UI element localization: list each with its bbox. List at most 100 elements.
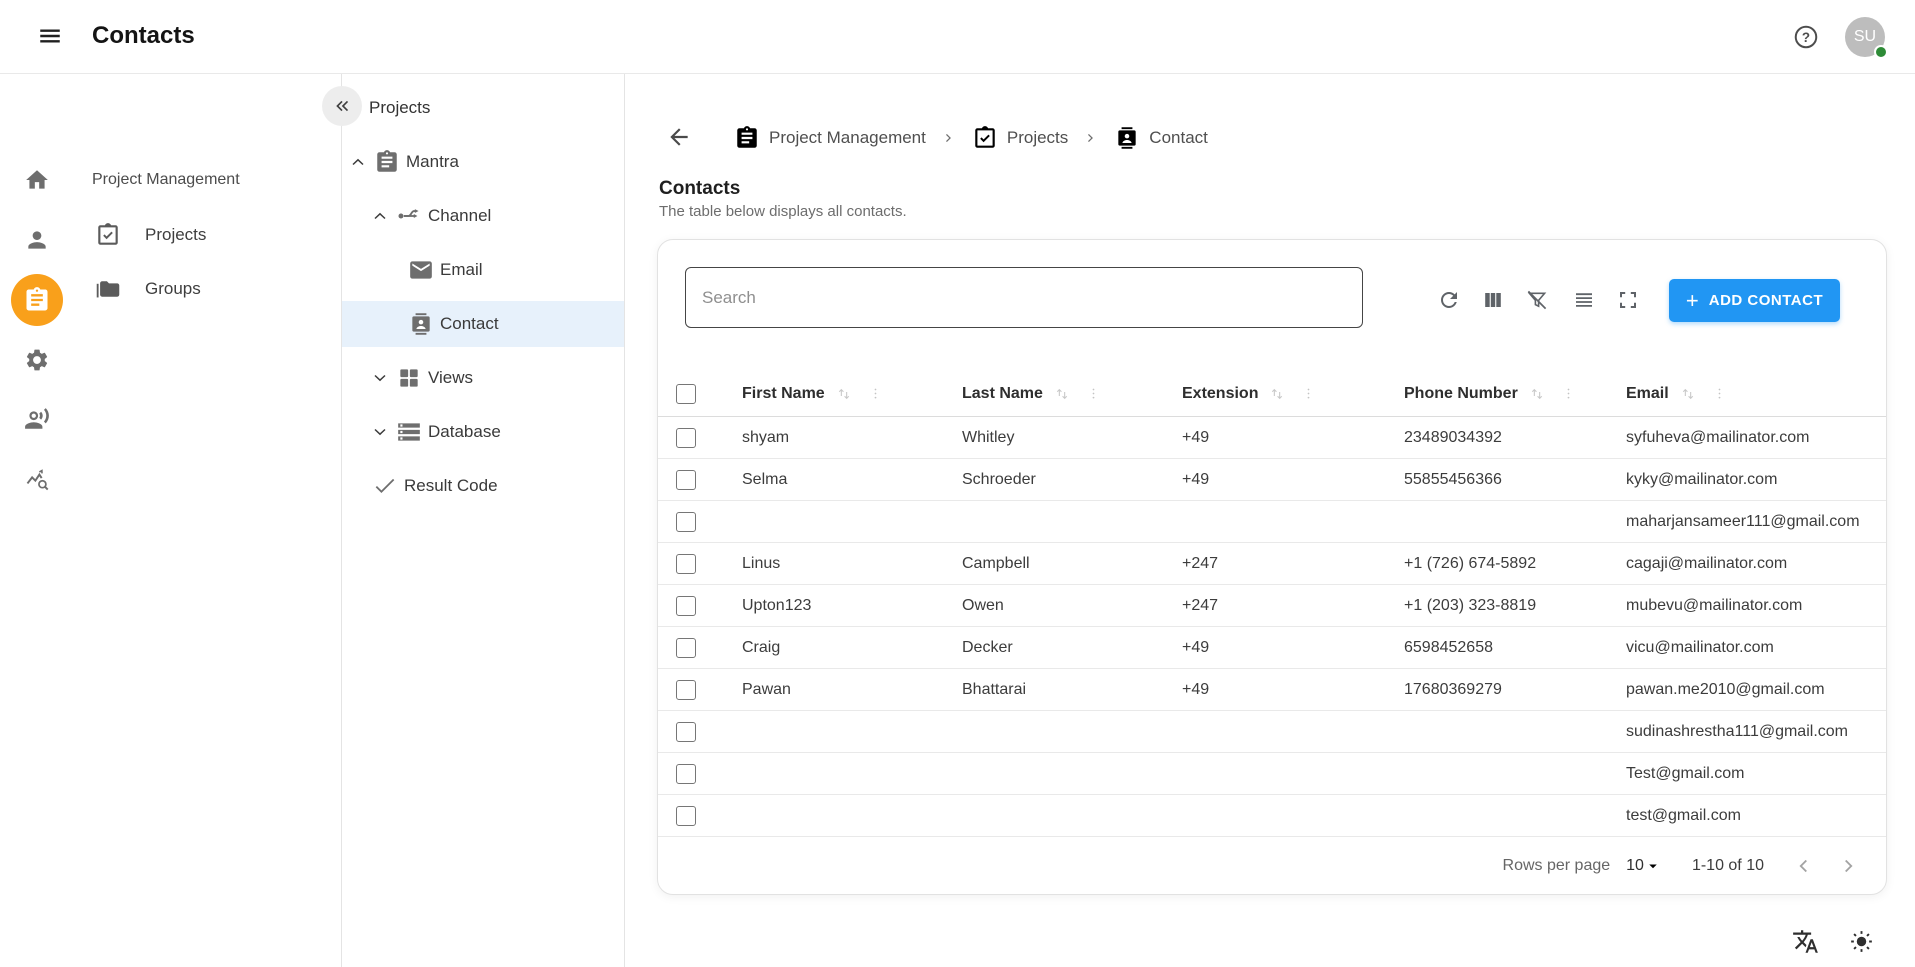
contact-card-icon bbox=[1114, 125, 1140, 151]
tree-item-database[interactable]: Database bbox=[342, 409, 624, 455]
page-next-icon bbox=[1837, 855, 1859, 877]
tree-item-label: Email bbox=[440, 260, 483, 280]
sort-icon[interactable] bbox=[836, 386, 852, 402]
tree-item-email[interactable]: Email bbox=[342, 247, 624, 293]
table-cell: sudinashrestha111@gmail.com bbox=[1608, 723, 1886, 741]
table-body: shyamWhitley+4923489034392syfuheva@maili… bbox=[658, 417, 1886, 837]
table-cell: Selma bbox=[724, 471, 944, 489]
sidebar-title: Project Management bbox=[92, 171, 240, 189]
brightness-button[interactable] bbox=[1841, 921, 1881, 961]
table-cell: shyam bbox=[724, 429, 944, 447]
sort-icon[interactable] bbox=[1054, 386, 1070, 402]
select-all-checkbox[interactable] bbox=[676, 384, 696, 404]
kebab-icon[interactable] bbox=[868, 386, 883, 401]
menu-button[interactable] bbox=[30, 17, 70, 57]
tree-item-result-code[interactable]: Result Code bbox=[342, 463, 624, 509]
row-checkbox[interactable] bbox=[676, 470, 696, 490]
row-checkbox[interactable] bbox=[676, 596, 696, 616]
density-icon bbox=[1572, 288, 1596, 312]
translate-button[interactable] bbox=[1785, 921, 1825, 961]
breadcrumb-item-contact[interactable]: Contact bbox=[1114, 125, 1208, 151]
caret-down-icon bbox=[1644, 857, 1662, 875]
chevron-down-icon[interactable] bbox=[368, 420, 392, 444]
chevron-down-icon[interactable] bbox=[368, 366, 392, 390]
kebab-icon[interactable] bbox=[1561, 386, 1576, 401]
row-checkbox[interactable] bbox=[676, 428, 696, 448]
sidebar-item-groups[interactable]: Groups bbox=[73, 265, 341, 313]
collapse-panel-button[interactable] bbox=[322, 86, 362, 126]
row-checkbox[interactable] bbox=[676, 764, 696, 784]
table-cell: Schroeder bbox=[944, 471, 1164, 489]
chevron-up-icon[interactable] bbox=[368, 204, 392, 228]
column-label: Phone Number bbox=[1404, 385, 1518, 403]
tree-item-views[interactable]: Views bbox=[342, 355, 624, 401]
tree-item-label: Channel bbox=[428, 206, 491, 226]
crumb-chevron-icon bbox=[940, 129, 958, 147]
clipboard-icon bbox=[374, 149, 400, 175]
folders-icon bbox=[95, 276, 121, 302]
sort-icon[interactable] bbox=[1529, 386, 1545, 402]
next-page-button[interactable] bbox=[1834, 852, 1862, 880]
add-contact-button[interactable]: + ADD CONTACT bbox=[1669, 279, 1840, 322]
translate-icon bbox=[1792, 928, 1819, 955]
row-checkbox[interactable] bbox=[676, 512, 696, 532]
table-cell: +1 (203) 323-8819 bbox=[1386, 597, 1608, 615]
view-columns-icon bbox=[1481, 288, 1505, 312]
row-checkbox[interactable] bbox=[676, 722, 696, 742]
sort-icon[interactable] bbox=[1269, 386, 1285, 402]
rail-button-clipboard[interactable] bbox=[11, 274, 63, 326]
table-cell: syfuheva@mailinator.com bbox=[1608, 429, 1886, 447]
table-cell: vicu@mailinator.com bbox=[1608, 639, 1886, 657]
avatar[interactable]: SU bbox=[1845, 17, 1885, 57]
rail-button-home[interactable] bbox=[11, 154, 63, 206]
refresh-button[interactable] bbox=[1432, 283, 1466, 317]
tree-item-channel[interactable]: Channel bbox=[342, 193, 624, 239]
kebab-icon[interactable] bbox=[1712, 386, 1727, 401]
rail-button-person[interactable] bbox=[11, 214, 63, 266]
table-cell: pawan.me2010@gmail.com bbox=[1608, 681, 1886, 699]
row-checkbox[interactable] bbox=[676, 554, 696, 574]
app-title: Contacts bbox=[92, 22, 195, 50]
tree-panel-title: Projects bbox=[369, 98, 430, 118]
search-input[interactable] bbox=[685, 267, 1363, 328]
kebab-icon[interactable] bbox=[1301, 386, 1316, 401]
settings-icon bbox=[24, 347, 50, 373]
split-icon bbox=[396, 203, 422, 229]
project-sidebar: Project Management Projects Groups bbox=[73, 73, 342, 967]
table-row: SelmaSchroeder+4955855456366kyky@mailina… bbox=[658, 459, 1886, 501]
row-checkbox[interactable] bbox=[676, 806, 696, 826]
rows-per-page-select[interactable]: 10 bbox=[1626, 857, 1662, 875]
clipboard-icon bbox=[734, 125, 760, 151]
tree-item-mantra[interactable]: Mantra bbox=[342, 139, 624, 185]
table-cell: 55855456366 bbox=[1386, 471, 1608, 489]
breadcrumb-item-projects[interactable]: Projects bbox=[972, 125, 1068, 151]
help-button[interactable]: ? bbox=[1788, 20, 1824, 56]
breadcrumb-label: Project Management bbox=[769, 128, 926, 148]
sidebar-item-projects[interactable]: Projects bbox=[73, 211, 341, 259]
row-checkbox[interactable] bbox=[676, 680, 696, 700]
chevron-up-icon[interactable] bbox=[346, 150, 370, 174]
table-row: CraigDecker+496598452658vicu@mailinator.… bbox=[658, 627, 1886, 669]
kebab-icon[interactable] bbox=[1086, 386, 1101, 401]
page-title: Contacts bbox=[659, 178, 740, 200]
previous-page-button[interactable] bbox=[1790, 852, 1818, 880]
back-button[interactable] bbox=[659, 118, 699, 158]
rail-button-voice-over[interactable] bbox=[11, 393, 63, 445]
density-button[interactable] bbox=[1567, 283, 1601, 317]
fullscreen-button[interactable] bbox=[1611, 283, 1645, 317]
table-cell: +49 bbox=[1164, 681, 1386, 699]
storage-icon bbox=[396, 419, 422, 445]
sort-icon[interactable] bbox=[1680, 386, 1696, 402]
tree-item-contact[interactable]: Contact bbox=[342, 301, 624, 347]
checklist-icon bbox=[95, 222, 121, 248]
rail-button-settings[interactable] bbox=[11, 334, 63, 386]
row-checkbox[interactable] bbox=[676, 638, 696, 658]
rail-button-query-stats[interactable] bbox=[11, 454, 63, 506]
table-row: Upton123Owen+247+1 (203) 323-8819mubevu@… bbox=[658, 585, 1886, 627]
column-header-first-name: First Name bbox=[724, 385, 944, 403]
table-cell: Test@gmail.com bbox=[1608, 765, 1886, 783]
table-cell: Whitley bbox=[944, 429, 1164, 447]
filter-off-button[interactable] bbox=[1520, 283, 1554, 317]
view-columns-button[interactable] bbox=[1476, 283, 1510, 317]
breadcrumb-item-project-management[interactable]: Project Management bbox=[734, 125, 926, 151]
